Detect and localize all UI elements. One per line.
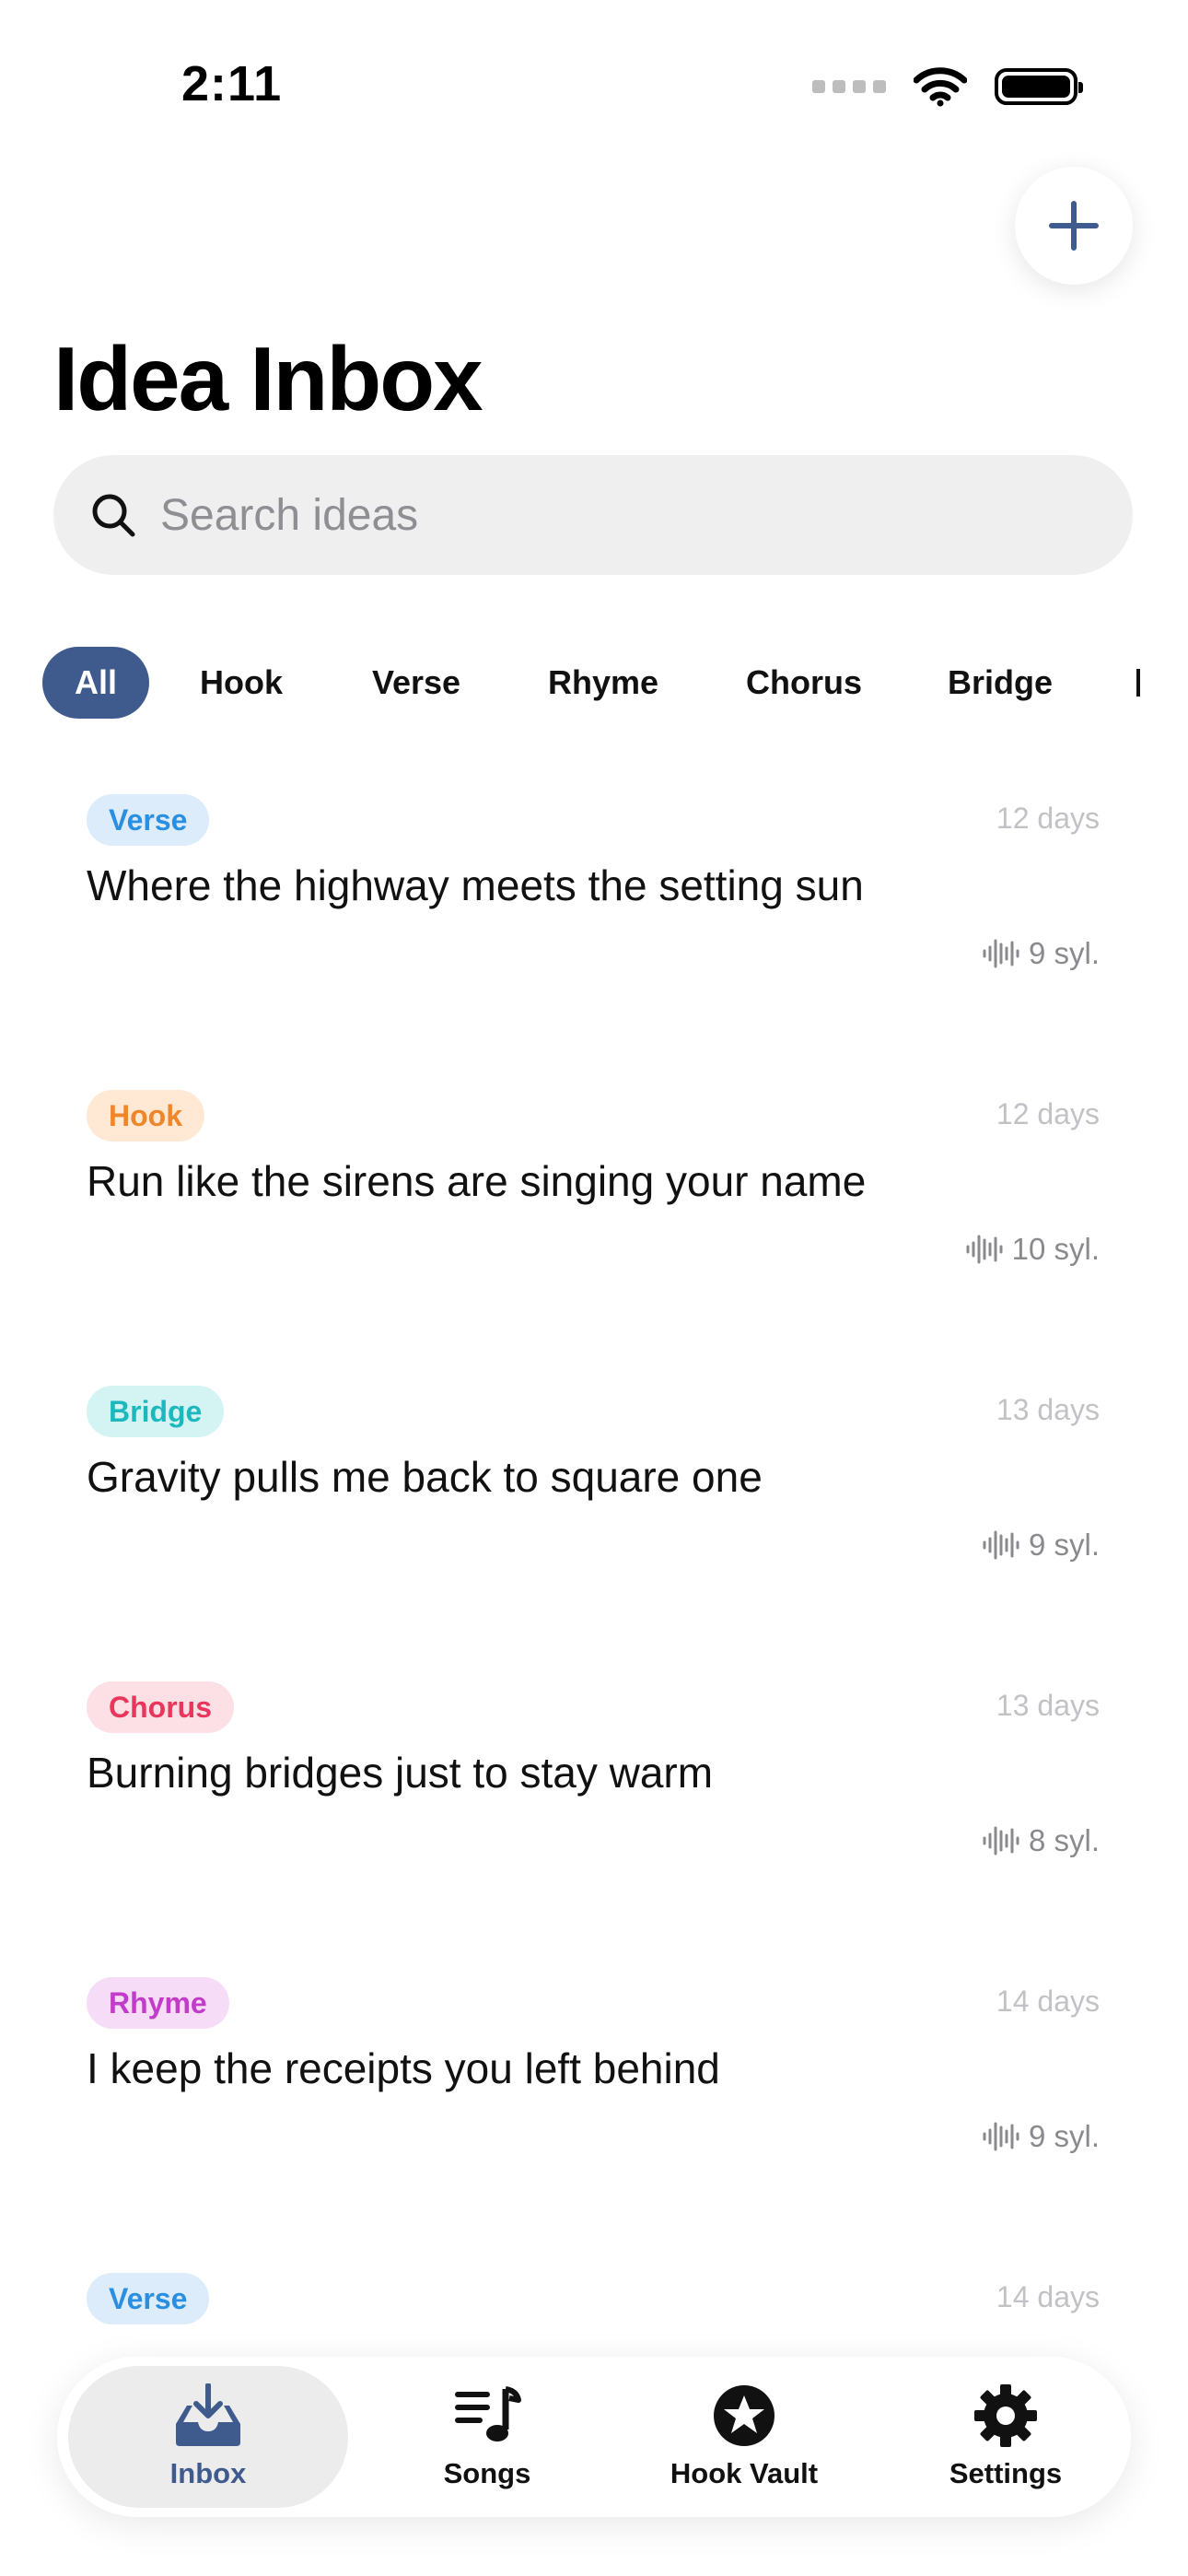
syllable-count: 9 syl. (981, 1527, 1100, 1563)
music-list-icon (455, 2386, 521, 2441)
tab-label: Inbox (169, 2457, 247, 2489)
idea-item[interactable]: Hook 12 days Run like the sirens are sin… (0, 1079, 1188, 1375)
filter-chip-overflow[interactable] (1100, 647, 1173, 719)
idea-text: Gravity pulls me back to square one (87, 1453, 763, 1501)
idea-text: I keep the receipts you left behind (87, 2044, 720, 2092)
idea-tag: Verse (87, 794, 210, 846)
syllable-count: 10 syl. (964, 1231, 1100, 1268)
idea-age: 14 days (996, 1985, 1100, 2018)
tab-label: Hook Vault (670, 2457, 819, 2489)
idea-tag: Bridge (87, 1386, 225, 1437)
waveform-icon (983, 939, 1019, 968)
idea-item[interactable]: Chorus 13 days Burning bridges just to s… (0, 1670, 1188, 1966)
tab-label: Settings (949, 2457, 1063, 2489)
tab-settings[interactable]: Settings (895, 2366, 1116, 2508)
idea-tag: Hook (87, 1090, 204, 1142)
syllable-count-label: 8 syl. (1028, 1823, 1100, 1857)
idea-age: 13 days (996, 1393, 1100, 1426)
idea-text: Where the highway meets the setting sun (87, 861, 864, 909)
filter-chip-bridge[interactable]: Bridge (901, 647, 1100, 719)
tab-inbox[interactable]: Inbox (68, 2366, 348, 2508)
syllable-count: 9 syl. (981, 935, 1100, 972)
waveform-icon (983, 1530, 1019, 1560)
idea-age: 14 days (996, 2280, 1100, 2313)
idea-age: 12 days (996, 802, 1100, 835)
syllable-count-label: 9 syl. (1028, 936, 1100, 970)
page-title: Idea Inbox (53, 328, 483, 429)
syllable-count-label: 10 syl. (1011, 1232, 1100, 1266)
syllable-count-label: 9 syl. (1028, 1528, 1100, 1562)
status-time: 2:11 (181, 56, 283, 111)
filter-chip-chorus[interactable]: Chorus (707, 647, 901, 719)
search-input[interactable] (160, 489, 989, 541)
idea-item[interactable]: Verse 12 days Where the highway meets th… (0, 783, 1188, 1079)
syllable-count: 8 syl. (981, 1822, 1100, 1859)
syllable-count: 9 syl. (981, 2118, 1100, 2155)
idea-age: 13 days (996, 1689, 1100, 1722)
idea-item[interactable]: Bridge 13 days Gravity pulls me back to … (0, 1375, 1188, 1670)
idea-text: Run like the sirens are singing your nam… (87, 1157, 867, 1205)
search-bar[interactable] (53, 455, 1133, 575)
status-icons (812, 66, 1083, 107)
plus-icon (1049, 201, 1099, 251)
waveform-icon (966, 1235, 1003, 1264)
syllable-count-label: 9 syl. (1028, 2119, 1100, 2153)
star-icon (714, 2385, 775, 2446)
filter-chip-hook[interactable]: Hook (149, 647, 333, 719)
idea-tag: Rhyme (87, 1977, 229, 2029)
waveform-icon (983, 1826, 1019, 1856)
battery-icon (995, 68, 1083, 105)
idea-item[interactable]: Rhyme 14 days I keep the receipts you le… (0, 1966, 1188, 2262)
idea-tag: Chorus (87, 1681, 234, 1733)
cellular-signal-icon (812, 80, 886, 93)
gear-icon (974, 2384, 1037, 2447)
tab-songs[interactable]: Songs (381, 2366, 593, 2508)
filter-chips: All Hook Verse Rhyme Chorus Bridge (42, 646, 1188, 720)
filter-chip-all[interactable]: All (42, 647, 149, 719)
idea-tag: Verse (87, 2273, 210, 2324)
status-bar: 2:11 (0, 0, 1188, 175)
filter-chip-rhyme[interactable]: Rhyme (499, 647, 707, 719)
idea-age: 12 days (996, 1097, 1100, 1130)
wifi-icon (914, 67, 967, 107)
add-idea-button[interactable] (1015, 167, 1133, 285)
tab-label: Songs (443, 2457, 531, 2489)
waveform-icon (983, 2122, 1019, 2151)
inbox-icon (176, 2383, 240, 2446)
idea-list: Verse 12 days Where the highway meets th… (0, 783, 1188, 2558)
tab-bar: Inbox Songs Hook Vault Settings (57, 2357, 1131, 2517)
tab-hook-vault[interactable]: Hook Vault (624, 2366, 864, 2508)
filter-chip-verse[interactable]: Verse (333, 647, 499, 719)
search-icon (92, 494, 135, 537)
idea-text: Burning bridges just to stay warm (87, 1749, 714, 1797)
